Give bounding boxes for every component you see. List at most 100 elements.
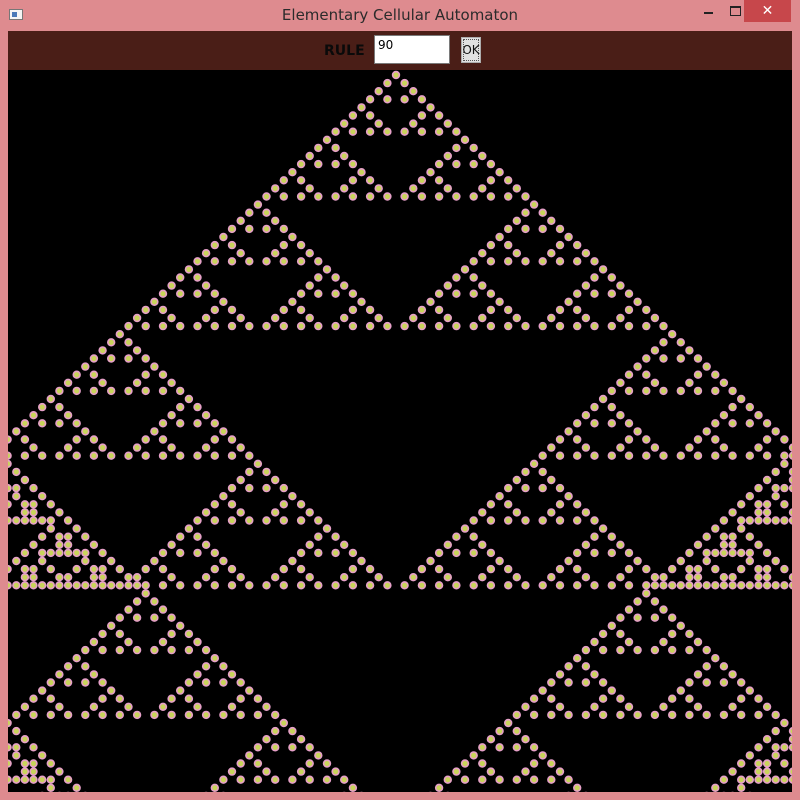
- automaton-cell: [581, 313, 591, 323]
- automaton-cell: [29, 759, 38, 768]
- automaton-cell: [167, 710, 176, 720]
- automaton-cell: [642, 581, 651, 590]
- automaton-cell: [305, 540, 314, 549]
- ok-button[interactable]: OK: [461, 37, 481, 63]
- automaton-cell: [374, 313, 383, 323]
- automaton-cell: [63, 678, 73, 687]
- automaton-cell: [38, 581, 47, 590]
- automaton-cell: [736, 775, 746, 784]
- automaton-cell: [426, 297, 435, 307]
- automaton-cell: [29, 540, 38, 549]
- automaton-cell: [184, 629, 194, 639]
- automaton-cell: [348, 564, 358, 574]
- automaton-cell: [365, 127, 375, 136]
- automaton-cell: [365, 111, 375, 120]
- automaton-cell: [98, 694, 107, 703]
- automaton-cell: [486, 192, 496, 201]
- automaton-cell: [158, 605, 168, 614]
- automaton-cell: [63, 662, 73, 671]
- automaton-cell: [547, 573, 556, 582]
- automaton-cell: [685, 548, 694, 558]
- automaton-cell: [296, 734, 306, 744]
- automaton-cell: [728, 419, 737, 428]
- automaton-cell: [314, 548, 323, 558]
- automaton-cell: [236, 678, 245, 687]
- automaton-cell: [89, 581, 99, 590]
- automaton-cell: [521, 767, 530, 776]
- automaton-cell: [564, 427, 573, 436]
- automaton-cell: [305, 184, 314, 193]
- automaton-cell: [771, 751, 780, 760]
- automaton-cell: [383, 321, 392, 331]
- automaton-cell: [219, 492, 228, 501]
- automaton-cell: [81, 427, 90, 436]
- automaton-cell: [495, 556, 504, 566]
- title-bar[interactable]: Elementary Cellular Automaton ✕: [0, 0, 800, 31]
- automaton-cell: [55, 581, 64, 590]
- automaton-cell: [219, 662, 228, 671]
- rule-input[interactable]: 90: [374, 35, 450, 64]
- automaton-cell: [331, 767, 340, 776]
- automaton-cell: [72, 435, 81, 444]
- automaton-cell: [236, 508, 245, 517]
- automaton-cell: [616, 411, 625, 420]
- automaton-cell: [271, 313, 280, 323]
- automaton-cell: [486, 767, 496, 776]
- automaton-cell: [184, 694, 194, 703]
- automaton-cell: [193, 321, 202, 331]
- automaton-cell: [667, 613, 677, 622]
- automaton-cell: [8, 451, 12, 460]
- automaton-cell: [581, 645, 591, 655]
- automaton-cell: [158, 702, 168, 711]
- automaton-cell: [642, 370, 651, 379]
- automaton-cell: [210, 305, 220, 315]
- automaton-cell: [158, 637, 168, 647]
- automaton-cell: [38, 556, 47, 566]
- automaton-cell: [443, 281, 452, 290]
- automaton-cell: [245, 751, 254, 760]
- automaton-cell: [305, 281, 314, 290]
- automaton-cell: [762, 435, 772, 444]
- automaton-cell: [745, 751, 754, 760]
- automaton-cell: [555, 670, 565, 679]
- automaton-cell: [417, 95, 427, 104]
- automaton-cell: [245, 467, 254, 477]
- automaton-cell: [555, 483, 565, 493]
- automaton-cell: [141, 435, 150, 444]
- automaton-cell: [512, 710, 521, 720]
- automaton-cell: [81, 532, 90, 541]
- automaton-cell: [98, 564, 107, 574]
- automaton-cell: [581, 443, 591, 452]
- automaton-cell: [227, 483, 237, 493]
- automaton-cell: [29, 483, 38, 493]
- automaton-cell: [736, 500, 746, 509]
- automaton-cell: [72, 548, 81, 558]
- automaton-cell: [762, 734, 772, 744]
- automaton-cell: [227, 321, 237, 331]
- automaton-cell: [624, 321, 634, 331]
- automaton-cell: [736, 581, 746, 590]
- minimize-button[interactable]: [695, 0, 721, 22]
- automaton-cell: [55, 702, 64, 711]
- automaton-cell: [469, 289, 478, 298]
- automaton-cell: [417, 192, 427, 201]
- automaton-cell: [245, 224, 254, 234]
- automaton-cell: [46, 581, 55, 590]
- automaton-cell: [555, 516, 565, 525]
- automaton-cell: [296, 548, 306, 558]
- automaton-cell: [754, 516, 763, 525]
- automaton-cell: [555, 224, 565, 234]
- automaton-cell: [642, 435, 651, 444]
- close-button[interactable]: ✕: [744, 0, 791, 22]
- automaton-cell: [340, 151, 349, 161]
- automaton-cell: [590, 581, 599, 590]
- automaton-cell: [685, 710, 694, 720]
- automaton-cell: [279, 305, 288, 315]
- automaton-cell: [685, 694, 694, 703]
- automaton-cell: [314, 273, 323, 282]
- automaton-cell: [81, 556, 90, 566]
- automaton-cell: [227, 500, 237, 509]
- automaton-cell: [305, 249, 314, 258]
- automaton-cell: [728, 581, 737, 590]
- automaton-cell: [572, 581, 582, 590]
